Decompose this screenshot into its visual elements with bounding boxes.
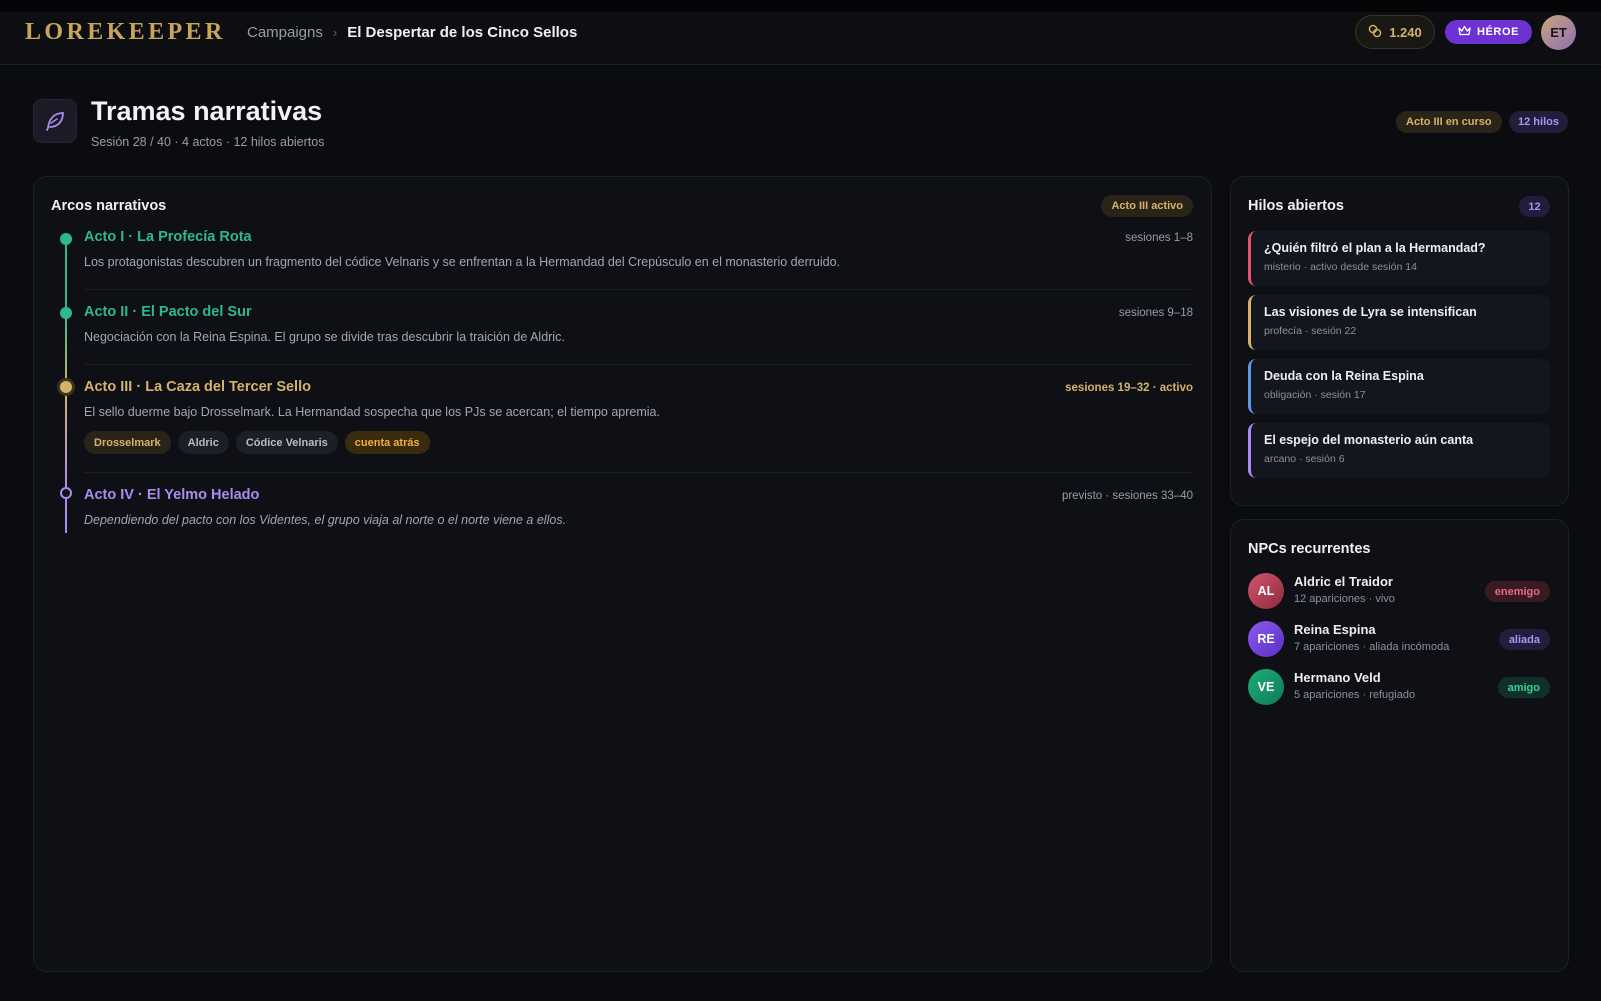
tag-chip[interactable]: Códice Velnaris — [235, 431, 338, 454]
arc-title[interactable]: Acto IV · El Yelmo Helado — [84, 487, 1193, 503]
timeline-dot — [60, 381, 72, 393]
npc-meta: 12 apariciones · vivo — [1294, 593, 1395, 605]
divider — [84, 364, 1193, 365]
threads-panel-title: Hilos abiertos — [1248, 198, 1344, 214]
arc-item[interactable]: Acto II · El Pacto del Sur sesiones 9–18… — [84, 304, 1193, 344]
thread-meta: profecía · sesión 22 — [1264, 325, 1357, 337]
timeline-segment — [65, 387, 67, 493]
arc-description: Negociación con la Reina Espina. El grup… — [84, 330, 565, 344]
arc-title[interactable]: Acto III · La Caza del Tercer Sello — [84, 379, 1193, 395]
npc-role-badge: enemigo — [1484, 581, 1550, 602]
arc-item[interactable]: Acto III · La Caza del Tercer Sello sesi… — [84, 379, 1193, 454]
arc-description: Dependiendo del pacto con los Videntes, … — [84, 513, 567, 527]
divider — [84, 472, 1193, 473]
thread-title: Deuda con la Reina Espina — [1264, 369, 1424, 383]
user-avatar[interactable]: ET — [1541, 15, 1576, 50]
arc-item[interactable]: Acto I · La Profecía Rota sesiones 1–8 L… — [84, 229, 1193, 269]
breadcrumb-campaigns[interactable]: Campaigns — [247, 24, 323, 41]
arc-item[interactable]: Acto IV · El Yelmo Helado previsto · ses… — [84, 487, 1193, 527]
npc-role-badge: amigo — [1497, 677, 1550, 698]
npc-meta: 5 apariciones · refugiado — [1294, 689, 1416, 701]
npc-meta: 7 apariciones · aliada incómoda — [1294, 641, 1450, 653]
recurring-npcs-panel: NPCs recurrentes AL Aldric el Traidor 12… — [1230, 519, 1569, 972]
npc-name: Reina Espina — [1294, 622, 1376, 637]
feather-icon — [33, 99, 77, 143]
arc-range: sesiones 1–8 — [1125, 232, 1193, 244]
page-subtitle: Sesión 28 / 40 · 4 actos · 12 hilos abie… — [91, 135, 325, 149]
thread-item[interactable]: El espejo del monasterio aún canta arcan… — [1248, 423, 1550, 478]
open-threads-panel: Hilos abiertos 12 ¿Quién filtró el plan … — [1230, 176, 1569, 506]
app-logo[interactable]: LOREKEEPER — [25, 19, 226, 46]
npc-avatar: RE — [1248, 621, 1284, 657]
thread-meta: misterio · activo desde sesión 14 — [1264, 261, 1417, 273]
act-status-badge: Acto III en curso — [1396, 111, 1502, 133]
divider — [84, 289, 1193, 290]
thread-meta: obligación · sesión 17 — [1264, 389, 1366, 401]
arc-range: sesiones 9–18 — [1118, 307, 1193, 319]
thread-item[interactable]: Deuda con la Reina Espina obligación · s… — [1248, 359, 1550, 414]
npc-row[interactable]: AL Aldric el Traidor 12 apariciones · vi… — [1248, 573, 1550, 611]
npc-name: Aldric el Traidor — [1294, 574, 1393, 589]
npc-row[interactable]: RE Reina Espina 7 apariciones · aliada i… — [1248, 621, 1550, 659]
timeline-dot — [60, 487, 72, 499]
crown-icon — [1458, 25, 1471, 39]
plan-badge[interactable]: HÉROE — [1445, 20, 1532, 44]
npc-row[interactable]: VE Hermano Veld 5 apariciones · refugiad… — [1248, 669, 1550, 707]
arc-title[interactable]: Acto II · El Pacto del Sur — [84, 304, 1193, 320]
threads-count-badge: 12 hilos — [1509, 111, 1568, 133]
page-title: Tramas narrativas — [91, 96, 323, 126]
timeline-segment — [65, 239, 67, 311]
npc-avatar: AL — [1248, 573, 1284, 609]
timeline-segment — [65, 493, 67, 533]
threads-count-badge: 12 — [1519, 196, 1550, 217]
breadcrumb: Campaigns › El Despertar de los Cinco Se… — [247, 24, 577, 41]
tag-chip[interactable]: cuenta atrás — [344, 431, 430, 454]
arc-description: El sello duerme bajo Drosselmark. La Her… — [84, 405, 660, 419]
top-bar: LOREKEEPER Campaigns › El Despertar de l… — [0, 0, 1601, 65]
arc-title[interactable]: Acto I · La Profecía Rota — [84, 229, 1193, 245]
thread-item[interactable]: Las visiones de Lyra se intensifican pro… — [1248, 295, 1550, 350]
plan-label: HÉROE — [1476, 26, 1520, 38]
arc-tags: Drosselmark Aldric Códice Velnaris cuent… — [84, 431, 1193, 454]
thread-title: ¿Quién filtró el plan a la Hermandad? — [1264, 241, 1486, 255]
timeline-segment — [65, 311, 67, 387]
active-act-badge: Acto III activo — [1101, 195, 1193, 217]
arc-description: Los protagonistas descubren un fragmento… — [84, 255, 841, 269]
arc-range: sesiones 19–32 · activo — [1065, 382, 1193, 394]
timeline-dot — [60, 307, 72, 319]
npc-name: Hermano Veld — [1294, 670, 1381, 685]
thread-item[interactable]: ¿Quién filtró el plan a la Hermandad? mi… — [1248, 231, 1550, 286]
coins-value: 1.240 — [1389, 24, 1422, 40]
timeline-dot — [60, 233, 72, 245]
thread-title: Las visiones de Lyra se intensifican — [1264, 305, 1477, 319]
thread-meta: arcano · sesión 6 — [1264, 453, 1345, 465]
arcs-panel: Arcos narrativos Acto III activo Acto I … — [33, 176, 1212, 972]
thread-title: El espejo del monasterio aún canta — [1264, 433, 1474, 447]
breadcrumb-separator: › — [332, 25, 338, 40]
tag-chip[interactable]: Drosselmark — [84, 431, 171, 454]
coins-icon — [1368, 24, 1382, 41]
breadcrumb-current: El Despertar de los Cinco Sellos — [347, 24, 578, 41]
tag-chip[interactable]: Aldric — [177, 431, 229, 454]
npc-avatar: VE — [1248, 669, 1284, 705]
arc-range: previsto · sesiones 33–40 — [1061, 490, 1193, 502]
npc-role-badge: aliada — [1498, 629, 1550, 650]
npcs-panel-title: NPCs recurrentes — [1248, 541, 1371, 557]
coins-balance[interactable]: 1.240 — [1355, 15, 1435, 49]
arcs-panel-title: Arcos narrativos — [51, 198, 167, 214]
